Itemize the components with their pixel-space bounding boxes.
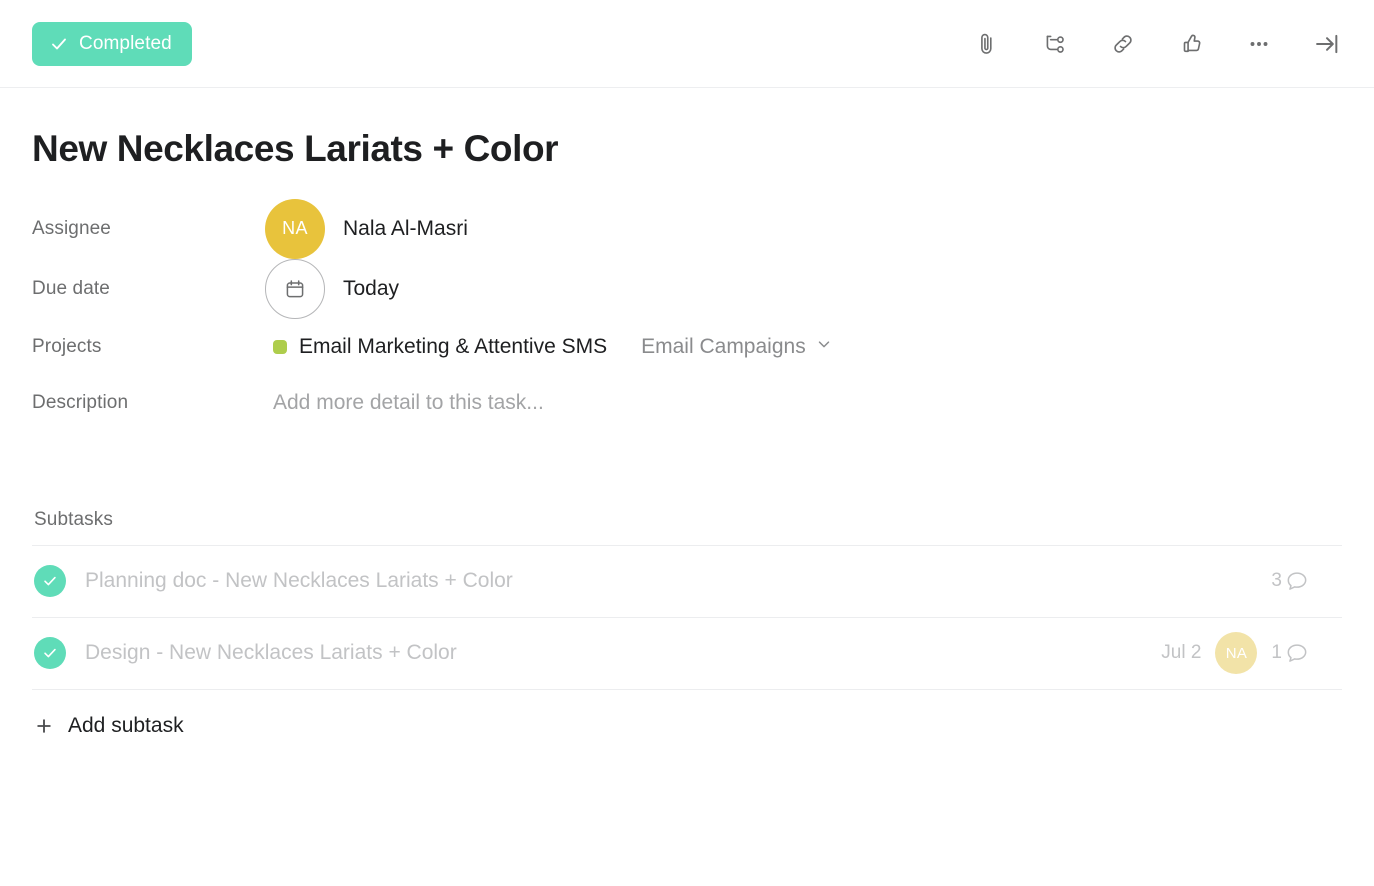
project-section-selector[interactable]: Email Campaigns (635, 331, 839, 363)
comment-count-value: 1 (1271, 642, 1282, 664)
check-icon (49, 34, 69, 54)
subtask-avatar[interactable]: NA (1215, 632, 1258, 675)
subtask-complete-icon[interactable] (34, 565, 66, 598)
calendar-icon[interactable] (265, 258, 325, 319)
close-details-button[interactable] (1304, 21, 1350, 67)
projects-label: Projects (32, 335, 102, 357)
page-title: New Necklaces Lariats + Color (32, 128, 559, 169)
subtask-meta: Jul 2 NA 1 (1161, 632, 1310, 675)
project-color-dot (273, 339, 287, 354)
plus-icon (34, 716, 54, 736)
table-row[interactable]: Design - New Necklaces Lariats + Color J… (32, 616, 1342, 689)
assignee-value[interactable]: NA Nala Al-Masri (265, 198, 468, 259)
due-date-value[interactable]: Today (265, 258, 399, 319)
task-detail-header: Completed (0, 0, 1374, 88)
add-subtask-row[interactable]: Add subtask (32, 688, 1342, 763)
due-date-label: Due date (32, 277, 110, 299)
task-fields: Assignee NA Nala Al-Masri Due date Today… (32, 198, 1342, 431)
description-value[interactable]: Add more detail to this task... (265, 387, 550, 419)
comment-icon (1284, 640, 1310, 666)
subtask-name: Design - New Necklaces Lariats + Color (85, 641, 457, 665)
table-row[interactable]: Planning doc - New Necklaces Lariats + C… (32, 544, 1342, 617)
projects-value: Email Marketing & Attentive SMS Email Ca… (265, 331, 839, 363)
projects-row: Projects Email Marketing & Attentive SMS… (32, 319, 1342, 375)
copy-link-button[interactable] (1100, 21, 1146, 67)
comment-count: 1 (1271, 640, 1310, 666)
like-icon (1178, 31, 1204, 57)
mark-complete-button[interactable]: Completed (32, 21, 192, 66)
mark-complete-label: Completed (79, 32, 172, 54)
more-icon (1246, 31, 1272, 57)
more-actions-button[interactable] (1236, 21, 1282, 67)
add-subtask-label: Add subtask (68, 714, 184, 738)
project-chip[interactable]: Email Marketing & Attentive SMS (267, 331, 613, 363)
link-icon (1110, 31, 1136, 57)
description-label: Description (32, 391, 129, 413)
due-date-row: Due date Today (32, 258, 1342, 319)
due-date-text[interactable]: Today (343, 277, 399, 301)
assignee-name[interactable]: Nala Al-Masri (343, 217, 468, 241)
like-button[interactable] (1168, 21, 1214, 67)
subtask-icon (1042, 31, 1068, 57)
avatar[interactable]: NA (265, 198, 325, 259)
subtask-name: Planning doc - New Necklaces Lariats + C… (85, 569, 513, 593)
subtask-complete-icon[interactable] (34, 637, 66, 670)
project-name: Email Marketing & Attentive SMS (299, 334, 608, 358)
assignee-label: Assignee (32, 217, 111, 239)
subtasks-heading: Subtasks (34, 508, 113, 530)
subtask-due-date[interactable]: Jul 2 (1161, 642, 1201, 664)
collapse-panel-icon (1313, 30, 1341, 58)
assignee-row: Assignee NA Nala Al-Masri (32, 198, 1342, 259)
chevron-down-icon (815, 335, 833, 359)
task-detail-body: New Necklaces Lariats + Color Assignee N… (0, 128, 1374, 763)
attach-button[interactable] (964, 21, 1010, 67)
add-subtask-button[interactable] (1032, 21, 1078, 67)
comment-count: 3 (1271, 568, 1310, 594)
description-row: Description Add more detail to this task… (32, 375, 1342, 431)
subtasks-section: Subtasks Planning doc - New Necklaces La… (32, 509, 1342, 763)
subtask-avatar-initials: NA (1225, 644, 1248, 662)
attach-icon (974, 31, 1000, 57)
comment-count-value: 3 (1271, 570, 1282, 592)
comment-icon (1284, 568, 1310, 594)
description-input[interactable]: Add more detail to this task... (267, 387, 550, 419)
subtask-meta: 3 (1271, 568, 1310, 594)
avatar-initials: NA (282, 218, 308, 239)
header-action-bar (964, 21, 1350, 67)
project-section-name: Email Campaigns (641, 334, 806, 358)
